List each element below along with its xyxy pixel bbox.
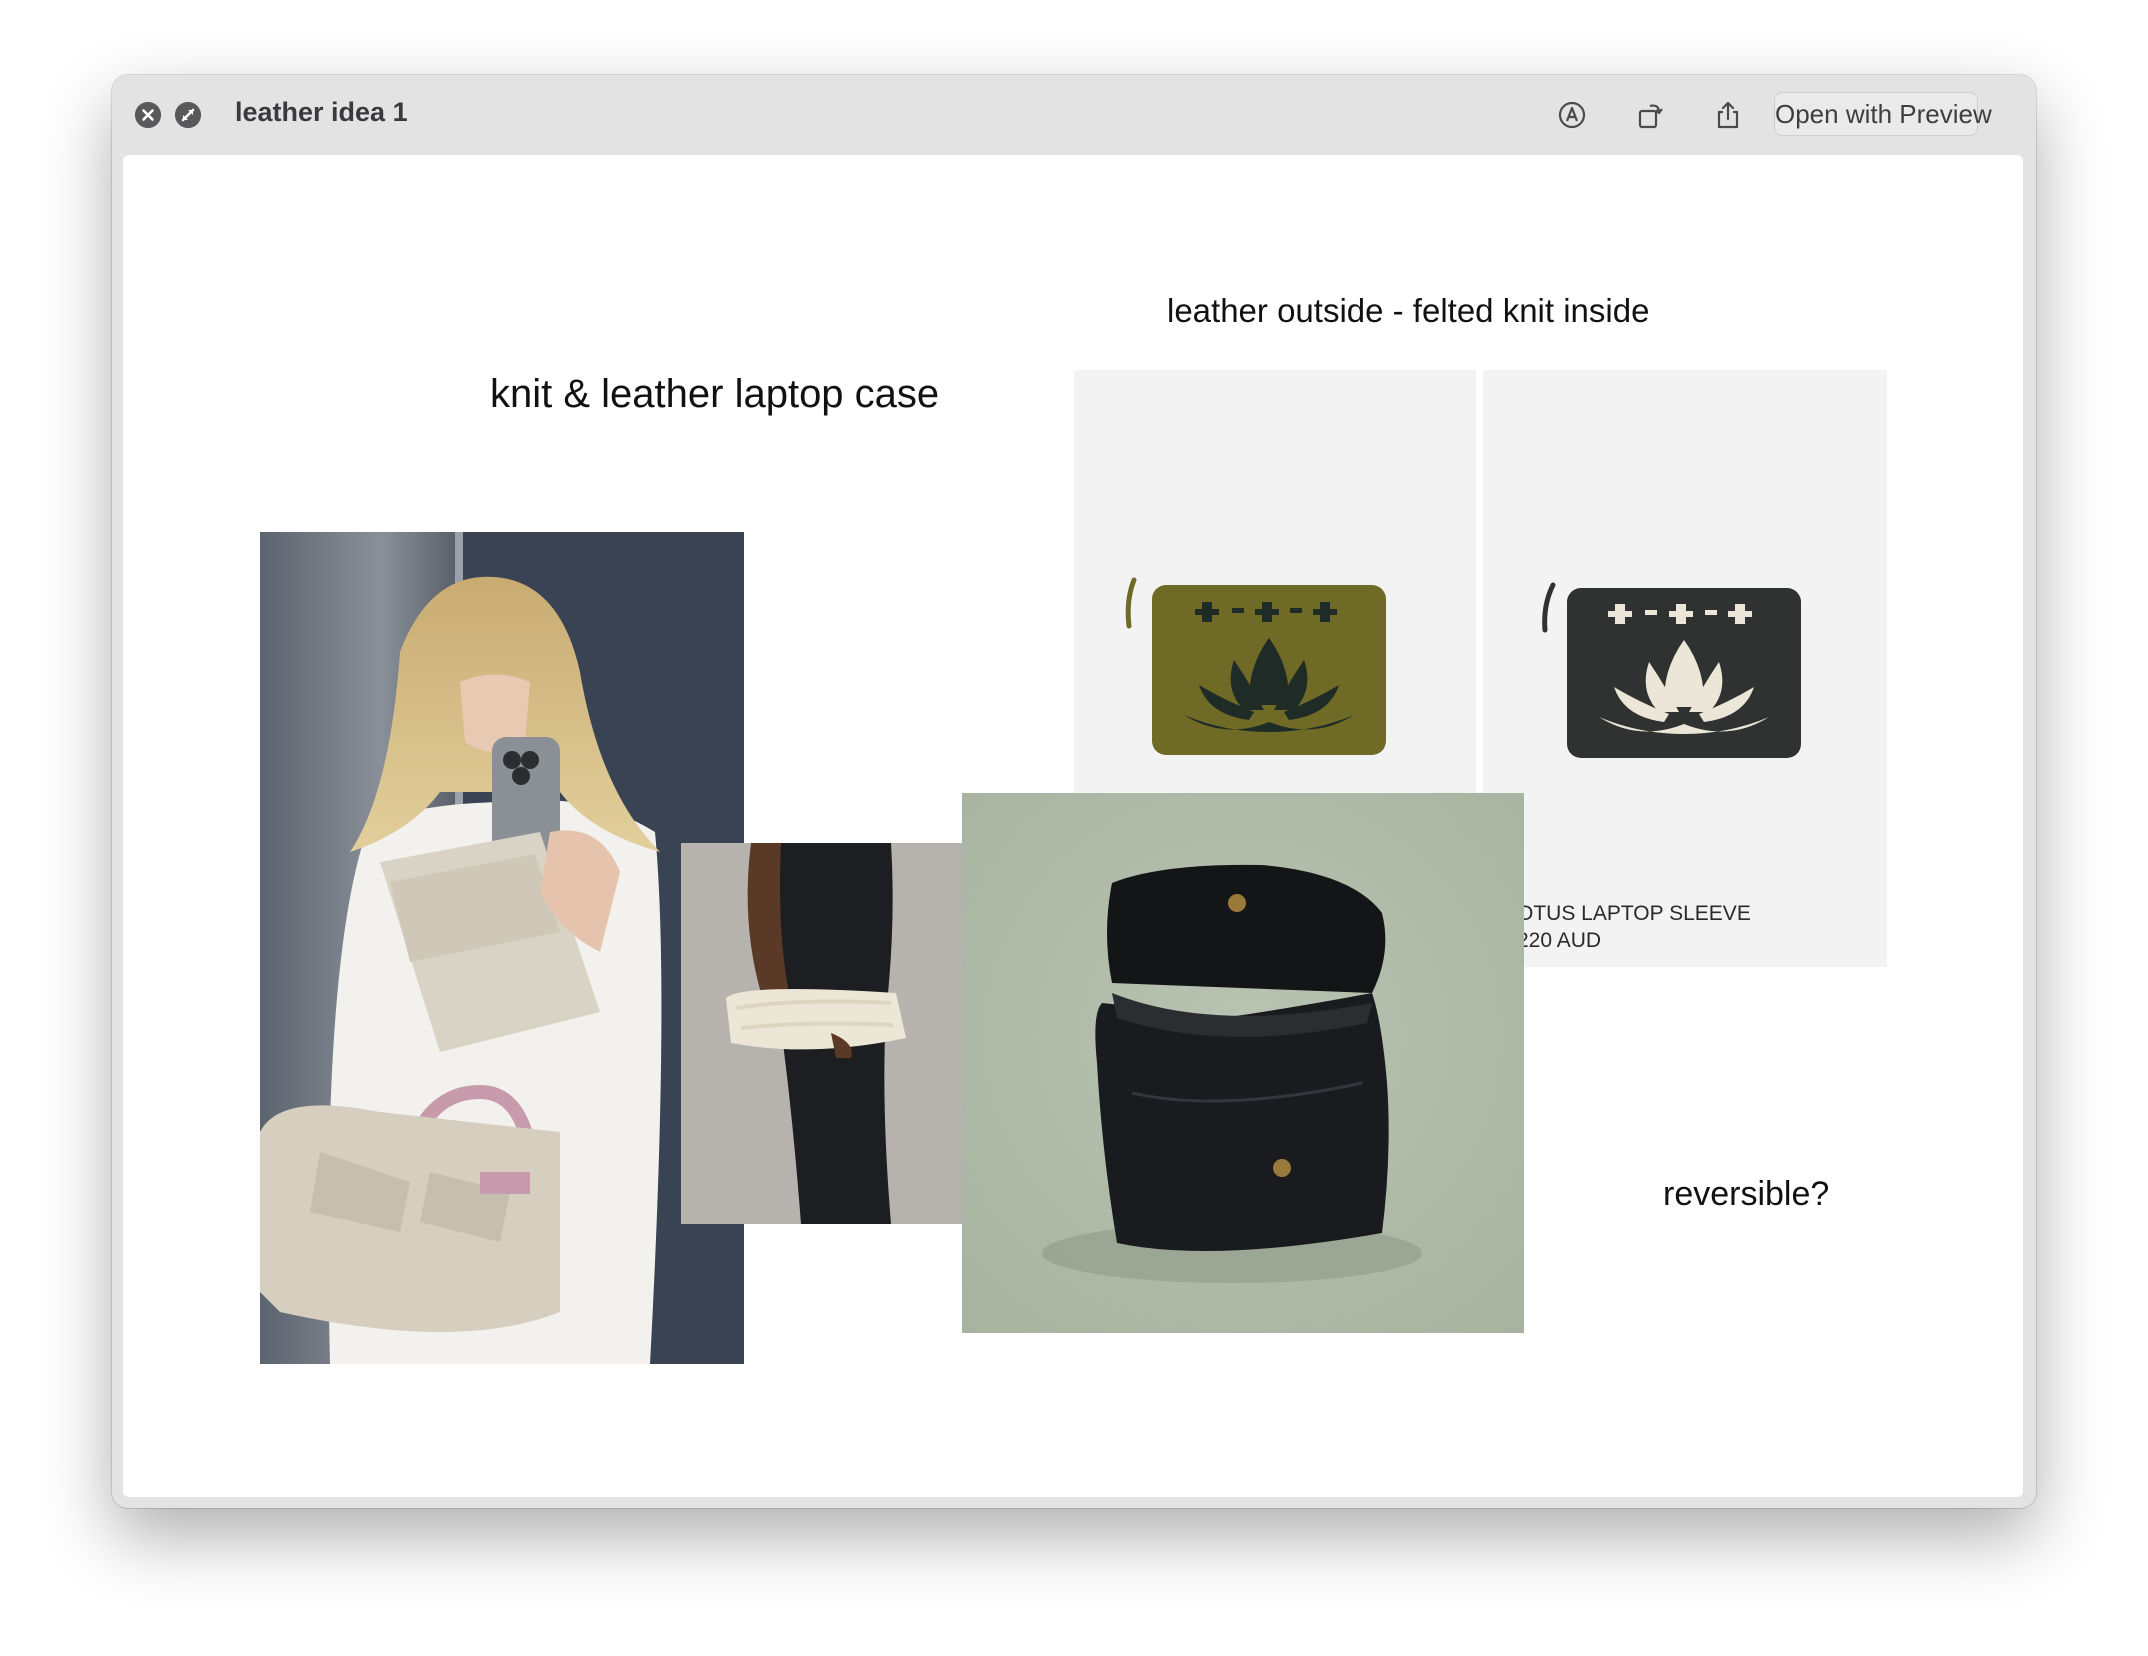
shearling-clutch-illustration: [681, 843, 962, 1224]
share-icon: [1717, 101, 1739, 129]
product-price: 220 AUD: [1517, 929, 1602, 952]
lotus-charcoal-sleeve-illustration: [1542, 582, 1801, 758]
product-image-charcoal-sleeve: [1483, 370, 1887, 967]
mirror-selfie-illustration: [260, 532, 744, 1364]
window-title: leather idea 1: [235, 97, 408, 127]
black-leather-clutch-illustration: [962, 793, 1524, 1333]
open-with-preview-button[interactable]: Open with Preview: [1774, 92, 1992, 136]
caption-laptop-case: knit & leather laptop case: [490, 372, 940, 416]
fullscreen-button[interactable]: [175, 102, 201, 128]
quicklook-window: leather idea 1 Open with Preview leather…: [112, 75, 2036, 1508]
fullscreen-icon: [175, 102, 201, 128]
rotate-button[interactable]: [1630, 95, 1670, 135]
close-icon: [135, 102, 161, 128]
markup-icon: [1558, 101, 1586, 129]
product-name: OTUS LAPTOP SLEEVE: [1517, 902, 1751, 925]
photo-shearling-clutch: [681, 843, 962, 1224]
photo-black-leather-clutch: [962, 793, 1524, 1333]
rotate-icon: [1638, 104, 1663, 129]
share-button[interactable]: [1708, 95, 1748, 135]
title-bar: leather idea 1 Open with Preview: [112, 75, 2036, 153]
caption-reversible: reversible?: [1663, 1175, 1830, 1213]
markup-button[interactable]: [1552, 95, 1592, 135]
caption-leather-outside: leather outside - felted knit inside: [1167, 292, 1650, 329]
photo-mirror-selfie: [260, 532, 744, 1364]
document-canvas: leather outside - felted knit inside kni…: [123, 155, 2023, 1497]
close-button[interactable]: [135, 102, 161, 128]
